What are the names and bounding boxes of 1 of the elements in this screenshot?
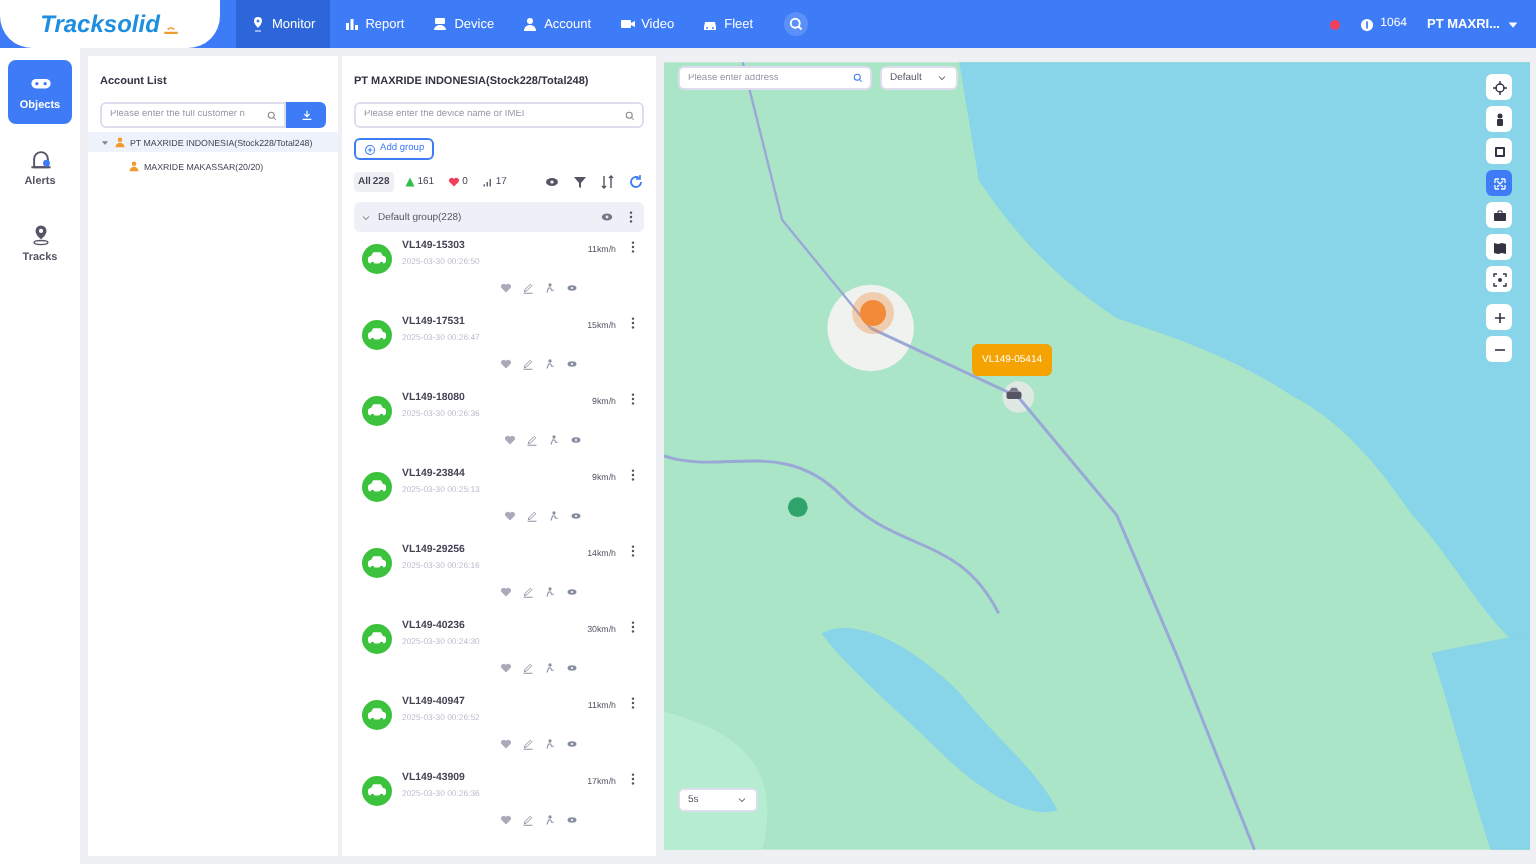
logo-text: Tracksolid [40,10,160,38]
